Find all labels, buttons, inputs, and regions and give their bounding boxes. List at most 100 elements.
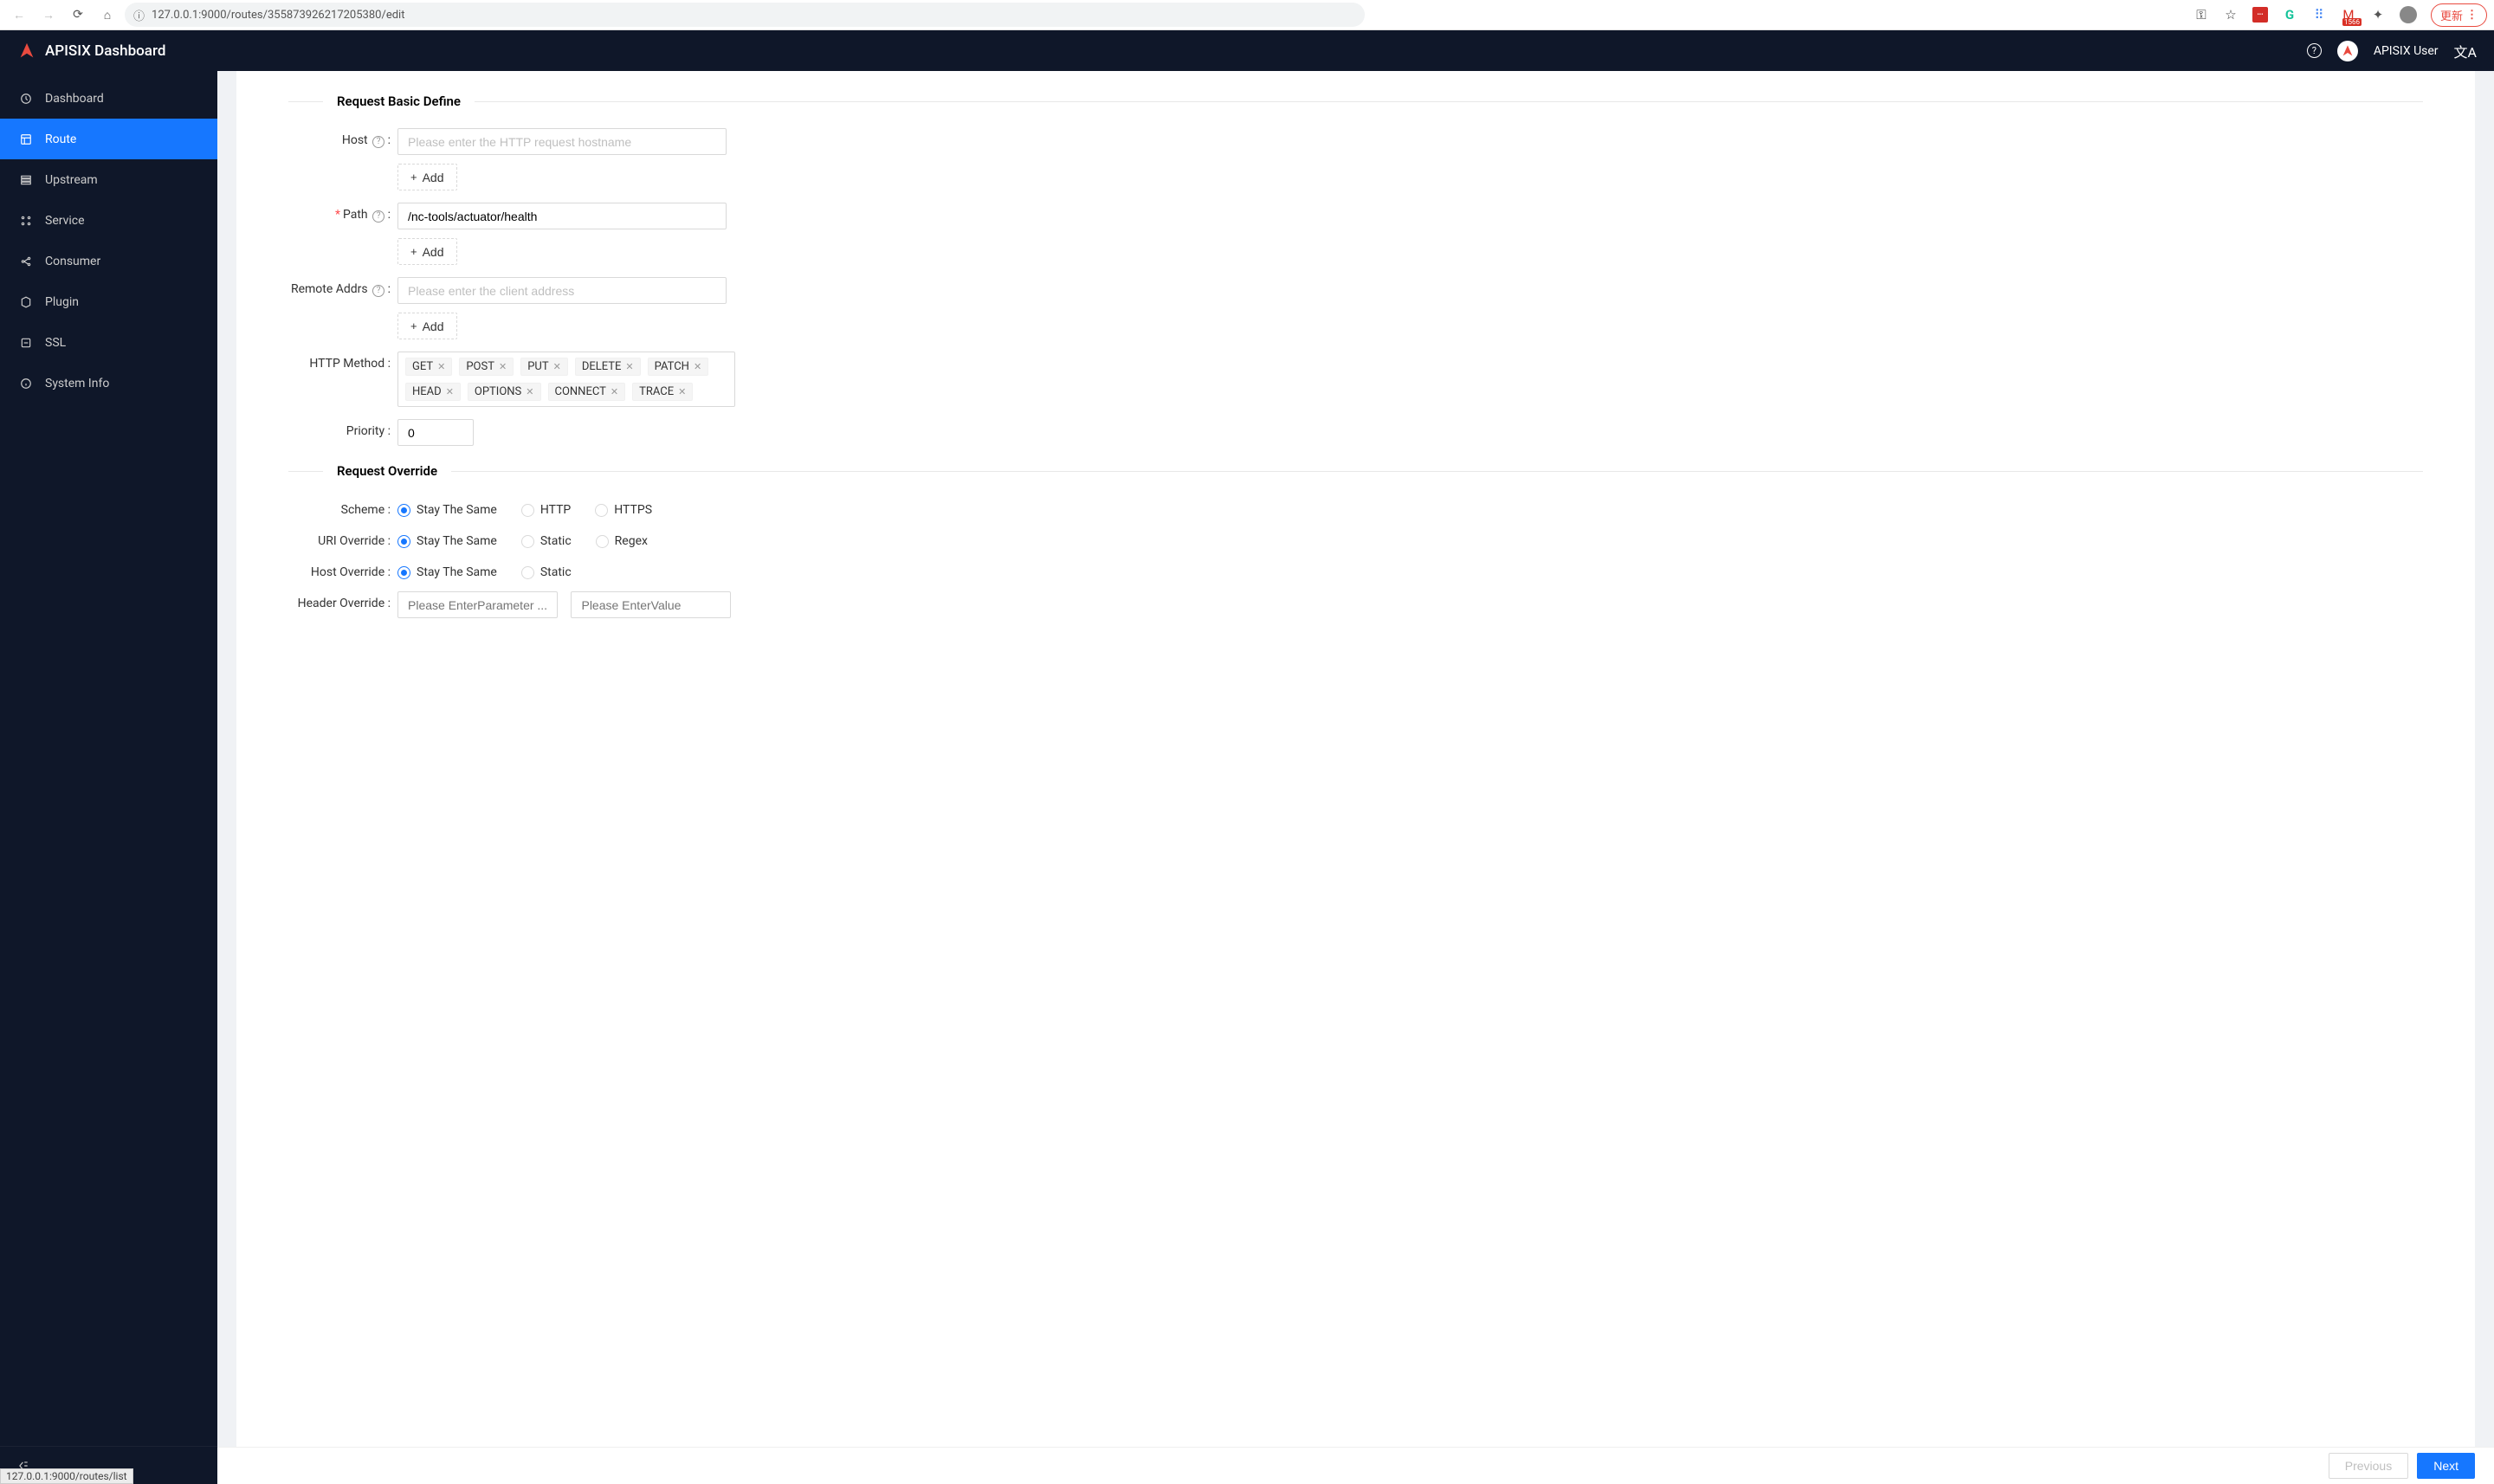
sidebar-item-system-info[interactable]: System Info <box>0 363 217 403</box>
scheme-https[interactable]: HTTPS <box>595 503 652 517</box>
add-path-button[interactable]: +Add <box>397 238 457 265</box>
ssl-icon <box>19 336 33 350</box>
http-method-tag[interactable]: DELETE✕ <box>575 358 641 376</box>
scheme-http[interactable]: HTTP <box>521 503 571 517</box>
host-label: Host ? : <box>288 128 397 148</box>
http-method-tag[interactable]: HEAD✕ <box>405 383 461 401</box>
profile-avatar[interactable] <box>2400 6 2417 23</box>
remote-addrs-input[interactable] <box>397 277 727 304</box>
help-icon[interactable]: ? <box>372 136 384 148</box>
upstream-icon <box>19 173 33 187</box>
sidebar-item-route[interactable]: Route <box>0 119 217 159</box>
sidebar-item-label: Consumer <box>45 255 100 268</box>
sidebar-item-upstream[interactable]: Upstream <box>0 159 217 200</box>
help-icon[interactable]: ? <box>372 285 384 297</box>
sidebar-item-label: SSL <box>45 336 66 350</box>
path-label: *Path ? : <box>288 203 397 223</box>
priority-input[interactable] <box>397 419 474 446</box>
sidebar-item-plugin[interactable]: Plugin <box>0 281 217 322</box>
sidebar-item-label: Service <box>45 214 85 228</box>
nav-forward-button[interactable]: → <box>36 3 61 27</box>
grammarly-icon[interactable]: G <box>2282 7 2297 23</box>
remove-tag-icon[interactable]: ✕ <box>553 361 561 372</box>
extensions-icon[interactable]: ✦ <box>2370 7 2386 23</box>
route-icon <box>19 132 33 146</box>
remove-tag-icon[interactable]: ✕ <box>625 361 633 372</box>
app-title: APISIX Dashboard <box>45 42 165 60</box>
scheme-label: Scheme : <box>288 498 397 517</box>
remove-tag-icon[interactable]: ✕ <box>437 361 445 372</box>
nav-reload-button[interactable]: ⟳ <box>66 3 90 27</box>
uri-override-label: URI Override : <box>288 529 397 548</box>
app-logo[interactable]: APISIX Dashboard <box>17 42 165 61</box>
user-avatar-icon[interactable] <box>2337 41 2358 61</box>
http-method-tag[interactable]: CONNECT✕ <box>548 383 626 401</box>
http-method-tag[interactable]: PUT✕ <box>520 358 568 376</box>
remove-tag-icon[interactable]: ✕ <box>526 386 533 397</box>
remove-tag-icon[interactable]: ✕ <box>694 361 701 372</box>
header-override-label: Header Override : <box>288 591 397 610</box>
nav-back-button[interactable]: ← <box>7 3 31 27</box>
sidebar-item-label: Dashboard <box>45 92 104 106</box>
translate-icon[interactable]: ⠿ <box>2311 7 2327 23</box>
uri-stay-same[interactable]: Stay The Same <box>397 534 497 548</box>
uri-static[interactable]: Static <box>521 534 572 548</box>
sidebar-item-label: System Info <box>45 377 109 390</box>
sidebar-item-label: Route <box>45 132 76 146</box>
status-bar-tip: 127.0.0.1:9000/routes/list <box>0 1468 133 1484</box>
next-button[interactable]: Next <box>2417 1453 2475 1479</box>
section-title: Request Override <box>337 463 437 479</box>
header-value-input[interactable] <box>571 591 731 618</box>
path-input[interactable] <box>397 203 727 229</box>
sidebar-item-service[interactable]: Service <box>0 200 217 241</box>
sidebar-item-label: Upstream <box>45 173 98 187</box>
http-method-label: HTTP Method : <box>288 352 397 371</box>
section-header-override: Request Override <box>288 463 2423 479</box>
add-host-button[interactable]: +Add <box>397 164 457 190</box>
remove-tag-icon[interactable]: ✕ <box>678 386 686 397</box>
remote-addrs-label: Remote Addrs ? : <box>288 277 397 297</box>
plus-icon: + <box>410 245 417 258</box>
host-static[interactable]: Static <box>521 565 572 579</box>
http-method-tag[interactable]: POST✕ <box>459 358 514 376</box>
nav-home-button[interactable]: ⌂ <box>95 3 120 27</box>
http-method-tag[interactable]: OPTIONS✕ <box>468 383 541 401</box>
key-icon[interactable]: ⚿ <box>2194 7 2209 23</box>
host-override-label: Host Override : <box>288 560 397 579</box>
previous-button[interactable]: Previous <box>2329 1453 2408 1479</box>
app-header: APISIX Dashboard ? APISIX User 文A <box>0 30 2494 71</box>
browser-extension-icons: ⚿ ☆ ••• G ⠿ M1566 ✦ 更新⋮ <box>2194 3 2487 27</box>
uri-regex[interactable]: Regex <box>596 534 648 548</box>
plus-icon: + <box>410 171 417 184</box>
sidebar-item-ssl[interactable]: SSL <box>0 322 217 363</box>
host-stay-same[interactable]: Stay The Same <box>397 565 497 579</box>
info-icon: ⓘ <box>133 7 145 23</box>
http-method-tag[interactable]: TRACE✕ <box>632 383 693 401</box>
lastpass-icon[interactable]: ••• <box>2252 7 2268 23</box>
apisix-logo-icon <box>17 42 36 61</box>
main-content: Request Basic Define Host ? : +Add *Path… <box>217 71 2494 1484</box>
http-method-tag[interactable]: PATCH✕ <box>648 358 709 376</box>
info-icon <box>19 377 33 390</box>
http-method-tag[interactable]: GET✕ <box>405 358 452 376</box>
browser-chrome: ← → ⟳ ⌂ ⓘ 127.0.0.1:9000/routes/35587392… <box>0 0 2494 30</box>
footer-bar: Previous Next <box>217 1447 2494 1484</box>
remove-tag-icon[interactable]: ✕ <box>499 361 507 372</box>
remove-tag-icon[interactable]: ✕ <box>446 386 454 397</box>
update-button[interactable]: 更新⋮ <box>2431 3 2487 27</box>
help-icon[interactable]: ? <box>372 210 384 223</box>
url-bar[interactable]: ⓘ 127.0.0.1:9000/routes/3558739262172053… <box>125 3 1365 27</box>
scheme-stay-same[interactable]: Stay The Same <box>397 503 497 517</box>
sidebar-item-dashboard[interactable]: Dashboard <box>0 78 217 119</box>
star-icon[interactable]: ☆ <box>2223 7 2239 23</box>
remove-tag-icon[interactable]: ✕ <box>611 386 618 397</box>
user-name: APISIX User <box>2374 44 2439 58</box>
add-remote-addr-button[interactable]: +Add <box>397 313 457 339</box>
http-method-select[interactable]: GET✕ POST✕ PUT✕ DELETE✕ PATCH✕ HEAD✕ OPTIONS✕ C… <box>397 352 735 407</box>
sidebar-item-consumer[interactable]: Consumer <box>0 241 217 281</box>
gmail-icon[interactable]: M1566 <box>2341 7 2356 23</box>
header-param-input[interactable] <box>397 591 558 618</box>
language-icon[interactable]: 文A <box>2454 41 2477 61</box>
host-input[interactable] <box>397 128 727 155</box>
help-icon[interactable]: ? <box>2307 43 2322 58</box>
